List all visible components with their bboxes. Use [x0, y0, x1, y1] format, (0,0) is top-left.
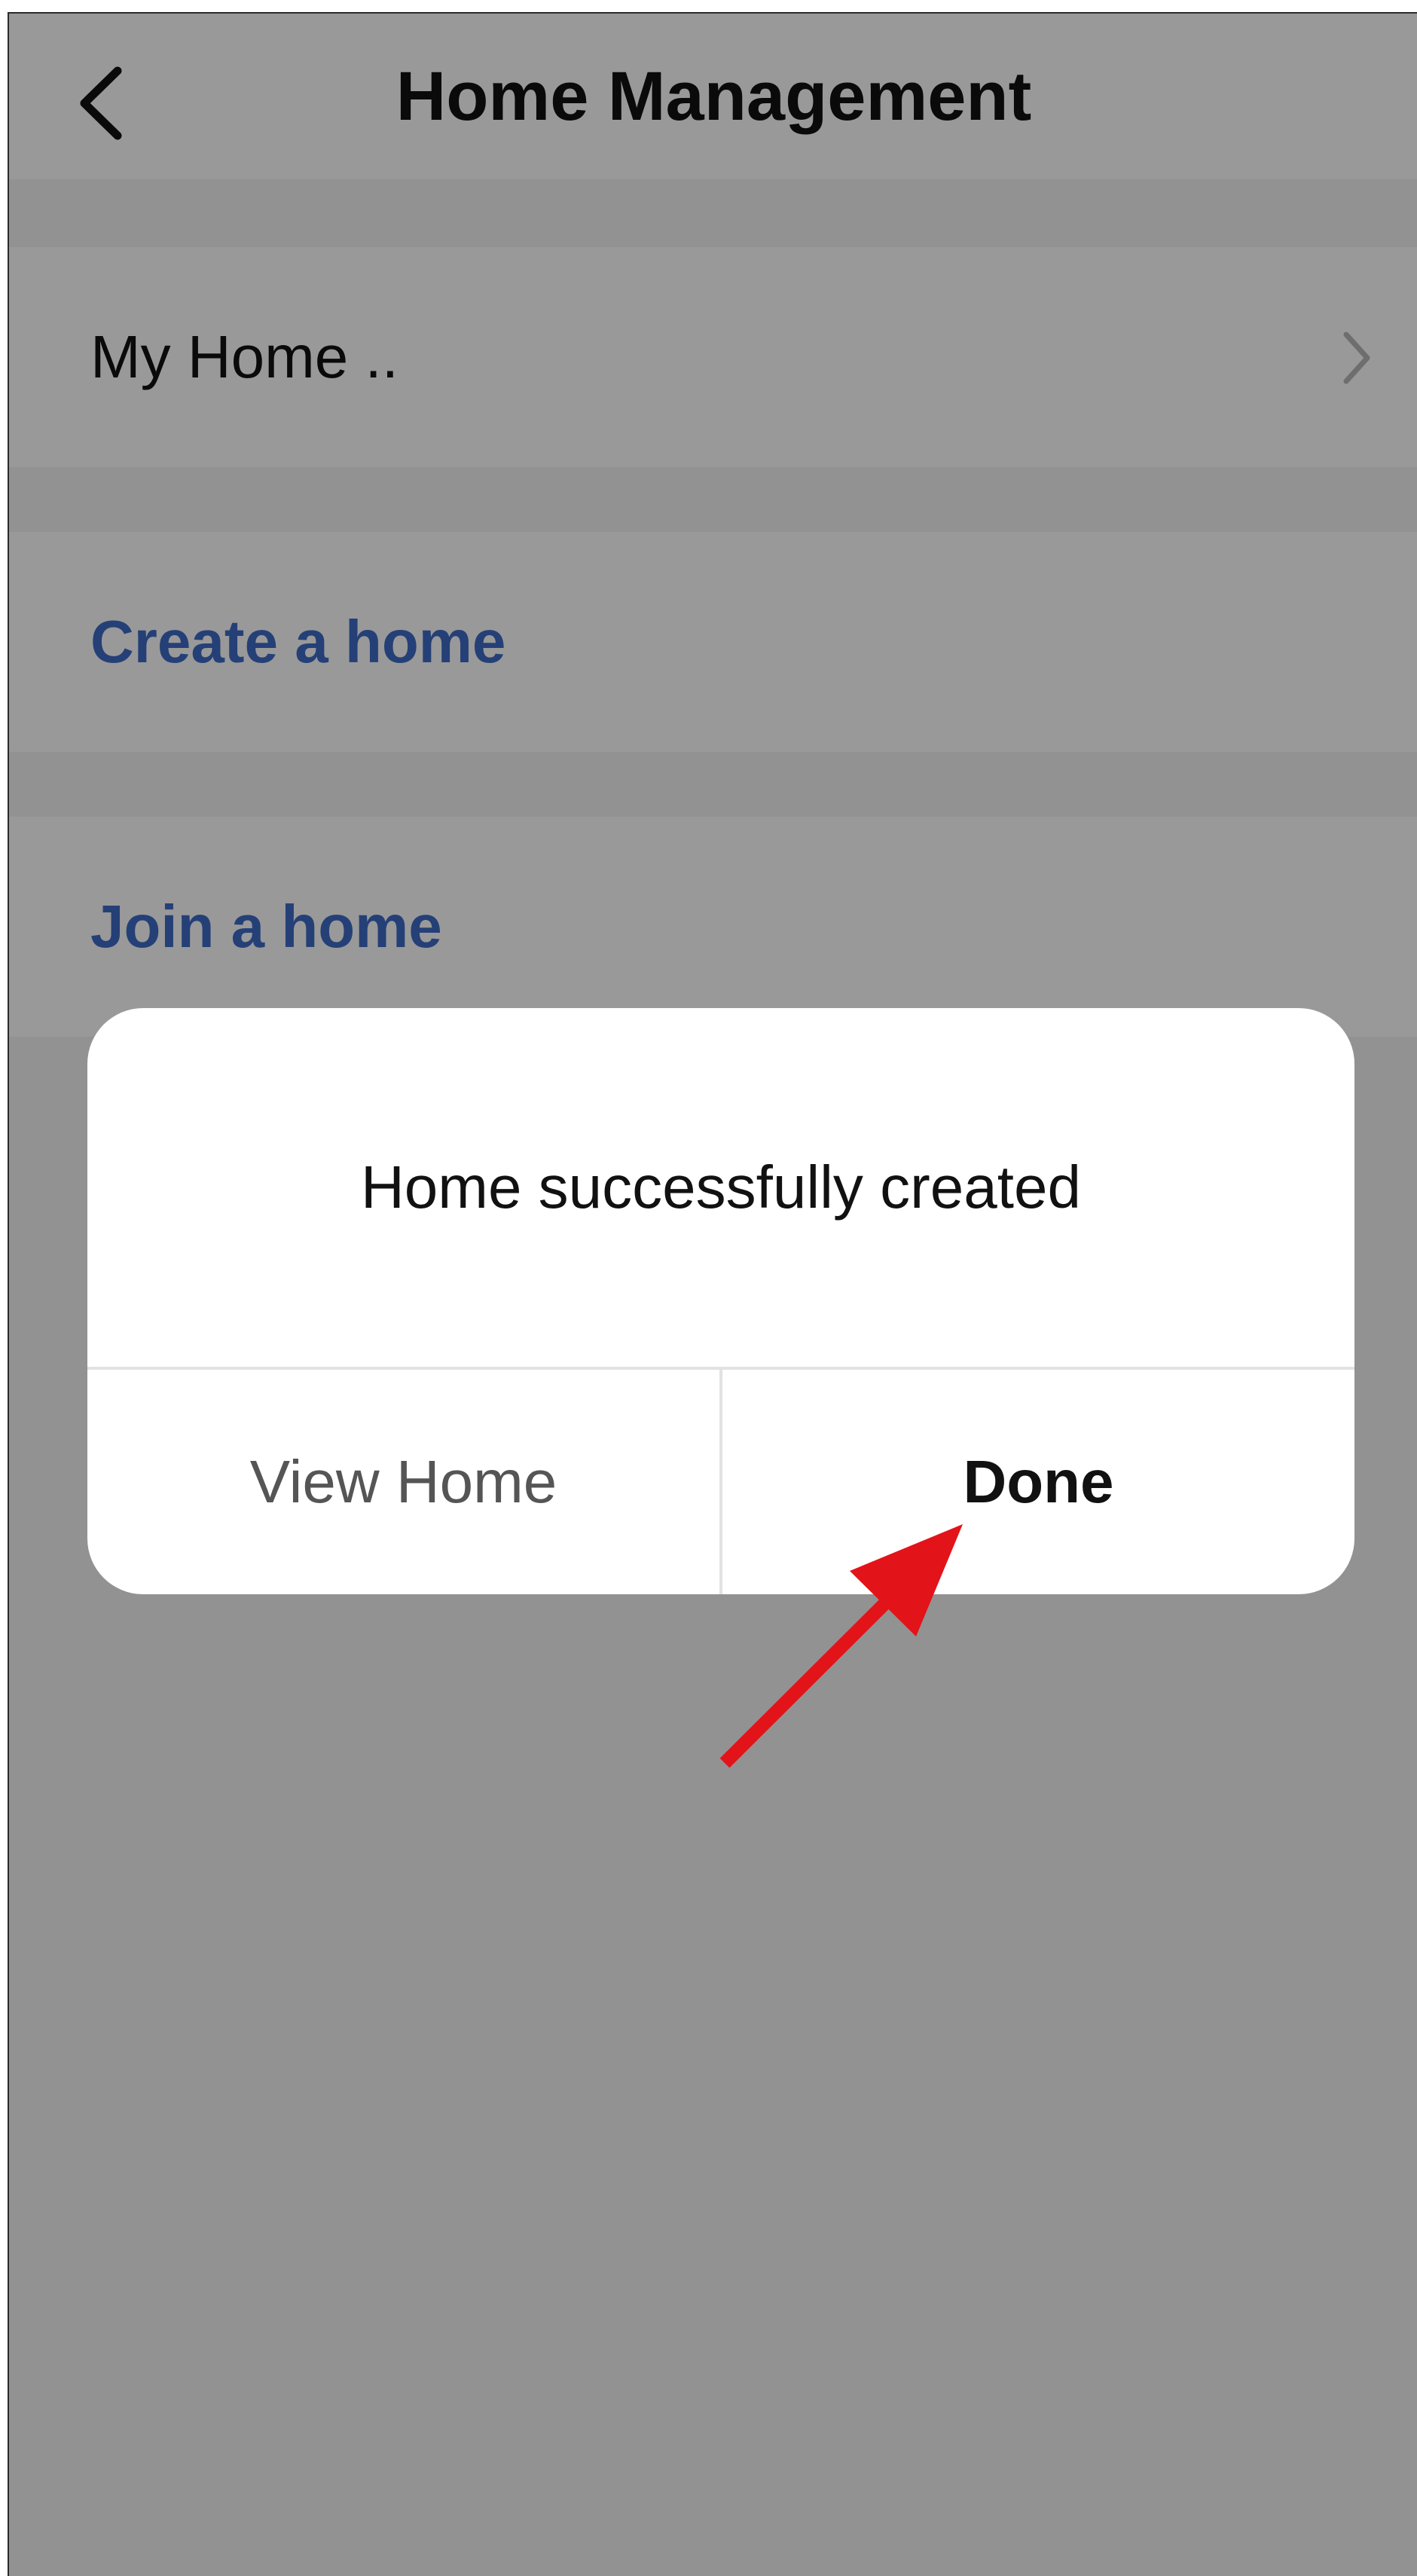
done-button[interactable]: Done [722, 1370, 1354, 1594]
app-screen: Home Management My Home .. Create a home… [8, 12, 1417, 2576]
view-home-button[interactable]: View Home [87, 1370, 719, 1594]
success-dialog: Home successfully created View Home Done [87, 1008, 1354, 1594]
dialog-message: Home successfully created [361, 1154, 1081, 1221]
